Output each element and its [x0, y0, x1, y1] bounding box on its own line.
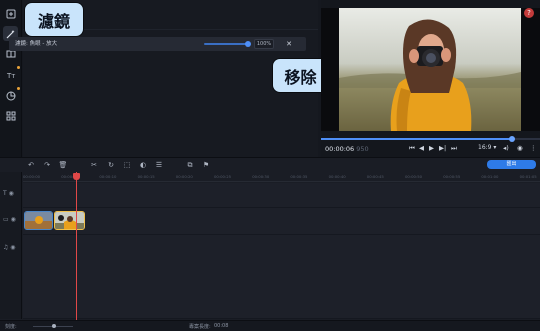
seekbar-progress	[321, 138, 511, 140]
volume-icon[interactable]: ◂)	[503, 144, 509, 152]
stickers-icon[interactable]	[3, 87, 20, 103]
ruler-tick-label: 00:00:00	[23, 174, 41, 179]
filter-callout: 濾鏡	[25, 3, 83, 36]
rotate-icon[interactable]: ↻	[106, 160, 116, 170]
ruler-tick-label: 00:00:35	[290, 174, 308, 179]
filter-name: 濾鏡: 魚眼 - 放大	[15, 41, 58, 47]
audio-track-lane[interactable]	[23, 235, 540, 319]
step-back-icon[interactable]: ◀	[419, 144, 424, 152]
playhead[interactable]	[76, 172, 77, 322]
remove-filter-button[interactable]: ✕	[283, 38, 295, 50]
seekbar-thumb[interactable]	[509, 136, 515, 142]
intensity-slider[interactable]	[204, 41, 251, 47]
project-duration: 00:08	[214, 323, 229, 329]
ruler-tick-label: 00:00:40	[328, 174, 346, 179]
preview-photo	[339, 8, 521, 131]
text-track-lane[interactable]	[23, 183, 540, 208]
new-badge-dot	[17, 66, 20, 69]
selected-video-clip[interactable]	[54, 211, 85, 230]
ruler-tick-label: 00:00:10	[99, 174, 117, 179]
zoom-thumb[interactable]	[52, 324, 56, 328]
ruler-tick-label: 00:00:50	[405, 174, 423, 179]
overlay-icon[interactable]: ⧉	[185, 160, 195, 170]
track-headers: T ◉ ▭ ◉ ♫ ◉	[0, 172, 22, 319]
ruler-tick-label: 00:00:55	[443, 174, 461, 179]
intensity-value[interactable]: 100%	[254, 39, 274, 49]
remove-callout: 移除	[273, 59, 328, 92]
playhead-handle[interactable]	[73, 173, 80, 180]
aspect-ratio-select[interactable]: 16:9 ▾	[478, 144, 496, 151]
timeline-zoom-slider[interactable]	[33, 324, 73, 328]
time-frames: 950	[356, 145, 369, 153]
ruler-tick-label: 00:00:20	[175, 174, 193, 179]
redo-icon[interactable]: ↷	[42, 160, 52, 170]
ruler-tick-label: 00:00:30	[252, 174, 270, 179]
preview-seekbar[interactable]	[321, 136, 540, 142]
cut-icon[interactable]: ✂	[89, 160, 99, 170]
step-forward-icon[interactable]: ▶|	[439, 144, 446, 152]
crop-icon[interactable]: ⬚	[122, 160, 132, 170]
text-track-icon: T ◉	[3, 190, 14, 197]
video-clip[interactable]	[24, 211, 53, 230]
svg-text:Tт: Tт	[6, 72, 15, 80]
more-menu-icon[interactable]: ⋮	[530, 144, 537, 152]
ruler-tick-label: 00:00:45	[366, 174, 384, 179]
snapshot-icon[interactable]: ◉	[517, 144, 523, 152]
skip-end-icon[interactable]: ⏭	[451, 144, 457, 152]
ruler-tick-label: 00:00:15	[137, 174, 155, 179]
status-bar: 刻度: 專案長度: 00:08	[0, 320, 540, 331]
clip-properties-icon[interactable]: ☰	[154, 160, 164, 170]
marker-icon[interactable]: ⚑	[201, 160, 211, 170]
import-icon[interactable]	[3, 6, 18, 21]
slider-thumb[interactable]	[245, 41, 251, 47]
titles-icon[interactable]: Tт	[3, 66, 20, 82]
play-icon[interactable]: ▶	[429, 144, 434, 152]
video-track-lane[interactable]	[23, 208, 540, 235]
video-track-icon: ▭ ◉	[3, 216, 16, 223]
current-time: 00:00:06	[325, 145, 355, 153]
new-badge-dot	[17, 87, 20, 90]
audio-track-icon: ♫ ◉	[3, 244, 16, 251]
left-tool-strip: Tт	[0, 0, 22, 157]
time-ruler[interactable]: 00:00:00 00:00:05 00:00:10 00:00:15 00:00:20…	[23, 172, 540, 182]
video-editor-app: Tт 濾鏡: 魚眼 - 放大 100% ✕ 濾鏡 移除 ? 00:00:06 9…	[0, 0, 540, 331]
preview-panel: ? 00:00:06 950 ⏮ ◀ ▶ ▶| ⏭ 16:9 ▾ ◂) ◉ ⋮	[321, 0, 540, 157]
export-button[interactable]: 匯出	[487, 160, 536, 169]
more-tools-icon[interactable]	[3, 108, 18, 123]
undo-icon[interactable]: ↶	[26, 160, 36, 170]
skip-start-icon[interactable]: ⏮	[409, 144, 415, 152]
timeline-toolbar: ↶ ↷ 🗑 ✂ ↻ ⬚ ◐ ☰ ⧉ ⚑ 匯出	[0, 158, 540, 171]
timeline: ↶ ↷ 🗑 ✂ ↻ ⬚ ◐ ☰ ⧉ ⚑ 匯出 ≡+ 00:00:0000:00:…	[0, 157, 540, 331]
ruler-tick-label: 00:01:05	[519, 174, 537, 179]
applied-filter-row[interactable]: 濾鏡: 魚眼 - 放大 100% ✕	[9, 37, 306, 51]
timecode: 00:00:06 950	[325, 145, 369, 153]
color-adjust-icon[interactable]: ◐	[138, 160, 148, 170]
ruler-tick-label: 00:01:00	[481, 174, 499, 179]
delete-icon[interactable]: 🗑	[58, 160, 68, 170]
project-duration-label: 專案長度:	[189, 324, 211, 330]
preview-screen	[321, 8, 540, 131]
ruler-tick-label: 00:00:25	[214, 174, 232, 179]
scale-label: 刻度:	[5, 324, 17, 330]
help-icon[interactable]: ?	[524, 8, 534, 18]
